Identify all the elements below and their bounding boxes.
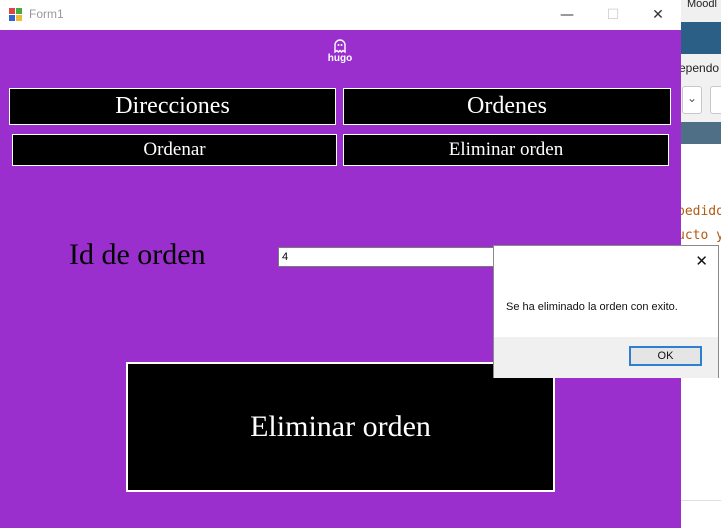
window-titlebar[interactable]: Form1 — ☐ ✕ (0, 0, 681, 30)
ok-button[interactable]: OK (629, 346, 702, 366)
ordenes-button[interactable]: Ordenes (343, 88, 671, 125)
background-dropdown-2[interactable] (710, 86, 721, 114)
background-dropdown[interactable]: ⌄ (682, 86, 702, 114)
background-titlebar: Moodl (681, 0, 721, 22)
eliminar-orden-nav-button[interactable]: Eliminar orden (343, 134, 669, 166)
direcciones-button[interactable]: Direcciones (9, 88, 336, 125)
id-orden-input[interactable] (278, 247, 498, 267)
ghost-icon (334, 39, 346, 54)
dialog-footer: OK (494, 337, 718, 378)
background-divider (681, 500, 721, 501)
app-icon (9, 8, 22, 21)
hugo-logo: hugo (322, 38, 358, 64)
eliminar-orden-submit-button[interactable]: Eliminar orden (126, 362, 555, 492)
message-dialog: ✕ Se ha eliminado la orden con exito. OK (493, 245, 719, 378)
code-line: pedido (681, 204, 721, 219)
minimize-button[interactable]: — (544, 0, 590, 30)
close-button[interactable]: ✕ (635, 0, 681, 30)
dialog-message: Se ha eliminado la orden con exito. (506, 301, 678, 313)
dialog-close-icon[interactable]: ✕ (695, 252, 708, 270)
maximize-button[interactable]: ☐ (590, 0, 636, 30)
background-strip (681, 122, 721, 144)
ordenar-button[interactable]: Ordenar (12, 134, 337, 166)
id-orden-label: Id de orden (69, 238, 206, 271)
background-title: Moodl (687, 0, 717, 10)
background-code: pedido ucto y (681, 200, 721, 248)
logo-text: hugo (327, 53, 353, 64)
background-toolbar-text: ependo (681, 61, 720, 75)
background-header (681, 22, 721, 54)
chevron-down-icon: ⌄ (687, 91, 698, 105)
window-title: Form1 (29, 7, 64, 21)
